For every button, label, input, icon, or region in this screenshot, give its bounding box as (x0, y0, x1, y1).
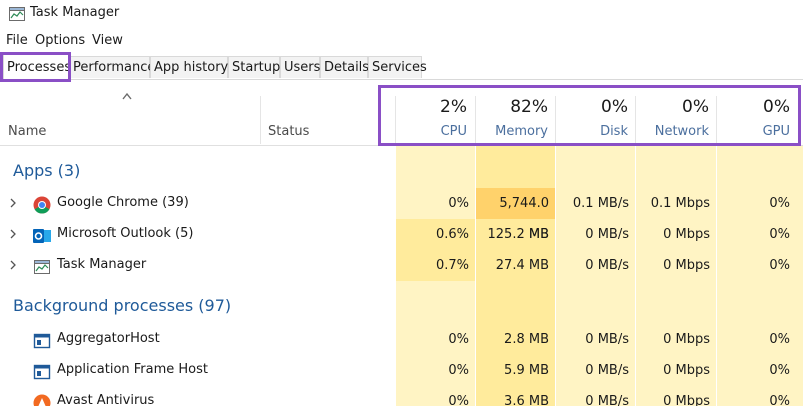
memory-value: 3.6 MB (504, 394, 549, 406)
gpu-value: 0% (769, 363, 790, 378)
tab-strip: Processes Performance App history Startu… (0, 53, 803, 80)
table-row[interactable]: Google Chrome (39) 0% 5,744.0 MB 0.1 MB/… (0, 188, 803, 242)
sort-ascending-icon[interactable] (122, 92, 132, 100)
title-bar: Task Manager (0, 0, 803, 28)
column-disk[interactable]: Disk (600, 124, 628, 139)
column-memory[interactable]: Memory (495, 124, 548, 139)
network-value: 0 Mbps (663, 227, 710, 242)
column-status[interactable]: Status (268, 124, 309, 139)
chevron-right-icon[interactable] (10, 198, 17, 208)
tab-startup[interactable]: Startup (228, 56, 280, 78)
table-row[interactable]: AggregatorHost 0% 2.8 MB 0 MB/s 0 Mbps 0… (0, 324, 803, 355)
window-icon (33, 333, 51, 349)
column-separator[interactable] (395, 96, 396, 144)
cpu-value: 0.7% (396, 250, 475, 281)
menu-file[interactable]: File (6, 33, 28, 48)
column-separator[interactable] (475, 96, 476, 144)
disk-value: 0 MB/s (585, 227, 629, 242)
disk-value: 0 MB/s (585, 394, 629, 406)
network-value: 0 Mbps (663, 332, 710, 347)
tab-processes[interactable]: Processes (3, 53, 71, 80)
process-name: Avast Antivirus (57, 393, 155, 406)
network-value: 0.1 Mbps (650, 196, 710, 211)
table-row[interactable]: Avast Antivirus 0% 3.6 MB 0 MB/s 0 Mbps … (0, 386, 803, 406)
group-apps[interactable]: Apps (3) (13, 161, 80, 180)
column-separator[interactable] (555, 96, 556, 144)
cpu-value: 0% (448, 196, 469, 211)
tab-app-history[interactable]: App history (150, 56, 228, 78)
tab-details[interactable]: Details (320, 56, 369, 78)
window-title: Task Manager (30, 5, 120, 20)
outlook-icon (33, 229, 51, 243)
process-name: AggregatorHost (57, 331, 160, 346)
memory-value: 125.2 MB (487, 227, 549, 242)
avast-icon (33, 394, 51, 406)
cpu-value: 0% (448, 363, 469, 378)
column-separator[interactable] (635, 96, 636, 144)
table-row[interactable]: Task Manager 0.7% 27.4 MB 0 MB/s 0 Mbps … (0, 250, 803, 281)
chevron-right-icon[interactable] (10, 229, 17, 239)
gpu-value: 0% (769, 394, 790, 406)
column-gpu[interactable]: GPU (763, 124, 790, 139)
tab-services[interactable]: Services (368, 56, 427, 78)
column-cpu[interactable]: CPU (441, 124, 467, 139)
process-name: Task Manager (57, 257, 147, 272)
network-value: 0 Mbps (663, 258, 710, 273)
column-separator[interactable] (716, 96, 717, 144)
process-name: Microsoft Outlook (5) (57, 226, 194, 241)
disk-usage-percent[interactable]: 0% (601, 97, 628, 117)
table-row[interactable]: Application Frame Host 0% 5.9 MB 0 MB/s … (0, 355, 803, 386)
table-row[interactable]: Microsoft Outlook (5) 0.6% 125.2 MB 0 MB… (0, 219, 803, 250)
memory-usage-percent[interactable]: 82% (510, 97, 548, 117)
cpu-value: 0% (448, 332, 469, 347)
process-name: Google Chrome (39) (57, 195, 189, 210)
cpu-value: 0% (448, 394, 469, 406)
disk-value: 0.1 MB/s (572, 196, 629, 211)
cpu-value: 0.6% (396, 219, 475, 250)
gpu-value: 0% (769, 196, 790, 211)
chrome-icon (33, 196, 51, 214)
cpu-usage-percent[interactable]: 2% (440, 97, 467, 117)
menu-view[interactable]: View (92, 33, 123, 48)
tab-users[interactable]: Users (280, 56, 320, 78)
column-network[interactable]: Network (655, 124, 709, 139)
disk-value: 0 MB/s (585, 258, 629, 273)
column-separator[interactable] (260, 96, 261, 144)
gpu-value: 0% (769, 332, 790, 347)
disk-value: 0 MB/s (585, 363, 629, 378)
gpu-usage-percent[interactable]: 0% (763, 97, 790, 117)
task-manager-icon (34, 260, 50, 274)
gpu-value: 0% (769, 258, 790, 273)
window-icon (33, 364, 51, 380)
chevron-right-icon[interactable] (10, 260, 17, 270)
menu-options[interactable]: Options (35, 33, 85, 48)
memory-value: 5.9 MB (504, 363, 549, 378)
tab-performance[interactable]: Performance (69, 56, 155, 78)
gpu-value: 0% (769, 227, 790, 242)
memory-value: 5,744.0 MB (476, 188, 555, 242)
task-manager-icon (9, 7, 25, 21)
group-background-processes[interactable]: Background processes (97) (13, 296, 231, 315)
network-value: 0 Mbps (663, 363, 710, 378)
memory-value: 27.4 MB (495, 258, 549, 273)
process-name: Application Frame Host (57, 362, 209, 377)
disk-value: 0 MB/s (585, 332, 629, 347)
column-name[interactable]: Name (8, 124, 46, 139)
memory-value: 2.8 MB (504, 332, 549, 347)
network-value: 0 Mbps (663, 394, 710, 406)
network-usage-percent[interactable]: 0% (682, 97, 709, 117)
